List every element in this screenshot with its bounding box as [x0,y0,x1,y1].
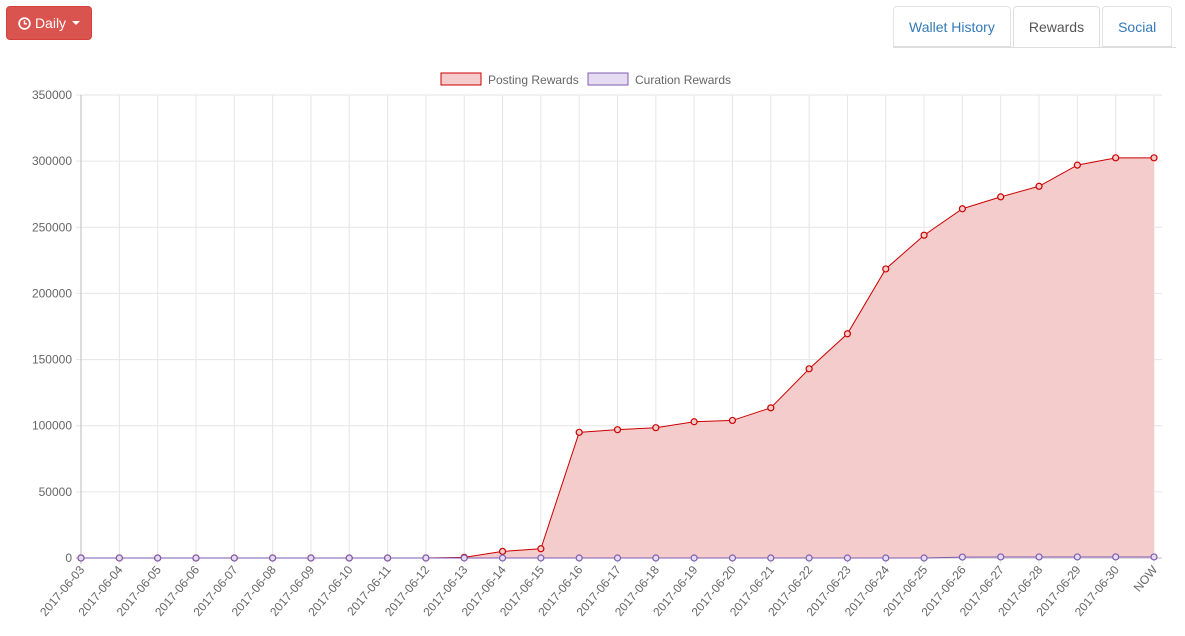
y-tick-label: 150000 [32,353,72,367]
curation-rewards-point [728,554,737,562]
posting-rewards-point [728,416,737,425]
curation-rewards-point [1112,553,1120,561]
curation-rewards-point [383,554,392,562]
curation-rewards-point [575,554,583,562]
curation-rewards-point [767,554,775,562]
y-tick-label: 350000 [32,88,72,102]
y-tick-label: 100000 [32,419,72,433]
curation-rewards-point [997,553,1005,561]
posting-rewards-point [1073,161,1081,169]
posting-rewards-point [882,265,890,273]
curation-rewards-point [307,554,315,562]
posting-rewards-point [575,428,583,436]
posting-rewards-legend-label: Posting Rewards [488,73,579,87]
posting-rewards-point [537,545,545,553]
posting-rewards-point [498,547,507,555]
curation-rewards-legend-label: Curation Rewards [635,73,731,87]
posting-rewards-point [997,193,1005,201]
curation-rewards-point [920,554,928,562]
posting-rewards-point [920,231,928,239]
curation-rewards-point [958,553,966,561]
curation-rewards-point [1073,553,1081,561]
posting-rewards-point [767,404,775,412]
curation-rewards-point [77,554,85,562]
posting-rewards-point [690,418,698,426]
curation-rewards-point [537,554,545,562]
posting-rewards-point [613,426,622,434]
curation-rewards-point [1035,553,1043,561]
y-tick-label: 0 [65,551,72,565]
curation-rewards-point [115,554,123,562]
curation-rewards-point [882,554,890,562]
curation-rewards-point [230,554,238,562]
posting-rewards-point [1150,154,1158,162]
curation-rewards-point [154,554,162,562]
x-tick-label: NOW [1131,562,1161,594]
posting-rewards-legend-swatch [440,72,482,86]
curation-rewards-point [613,554,622,562]
posting-rewards-point [958,205,966,213]
y-tick-label: 200000 [32,286,72,300]
curation-rewards-point [498,554,507,562]
posting-rewards-point [1035,182,1043,190]
curation-rewards-point [652,554,660,562]
curation-rewards-point [690,554,698,562]
posting-rewards-point [843,330,852,338]
curation-rewards-legend-swatch [587,72,629,86]
curation-rewards-point [843,554,852,562]
curation-rewards-point [805,554,813,562]
y-tick-label: 250000 [32,220,72,234]
y-tick-label: 300000 [32,154,72,168]
curation-rewards-point [192,554,200,562]
curation-rewards-point [269,554,277,562]
curation-rewards-point [422,554,430,562]
posting-rewards-point [652,424,660,432]
y-tick-label: 50000 [39,485,73,499]
rewards-chart: 0 50000 100000 150000 200000 250000 300000 3500… [32,72,1162,619]
posting-rewards-point [1112,154,1120,162]
curation-rewards-point [345,554,353,562]
curation-rewards-point [1150,553,1158,561]
curation-rewards-point [460,554,468,562]
posting-rewards-point [805,365,813,373]
